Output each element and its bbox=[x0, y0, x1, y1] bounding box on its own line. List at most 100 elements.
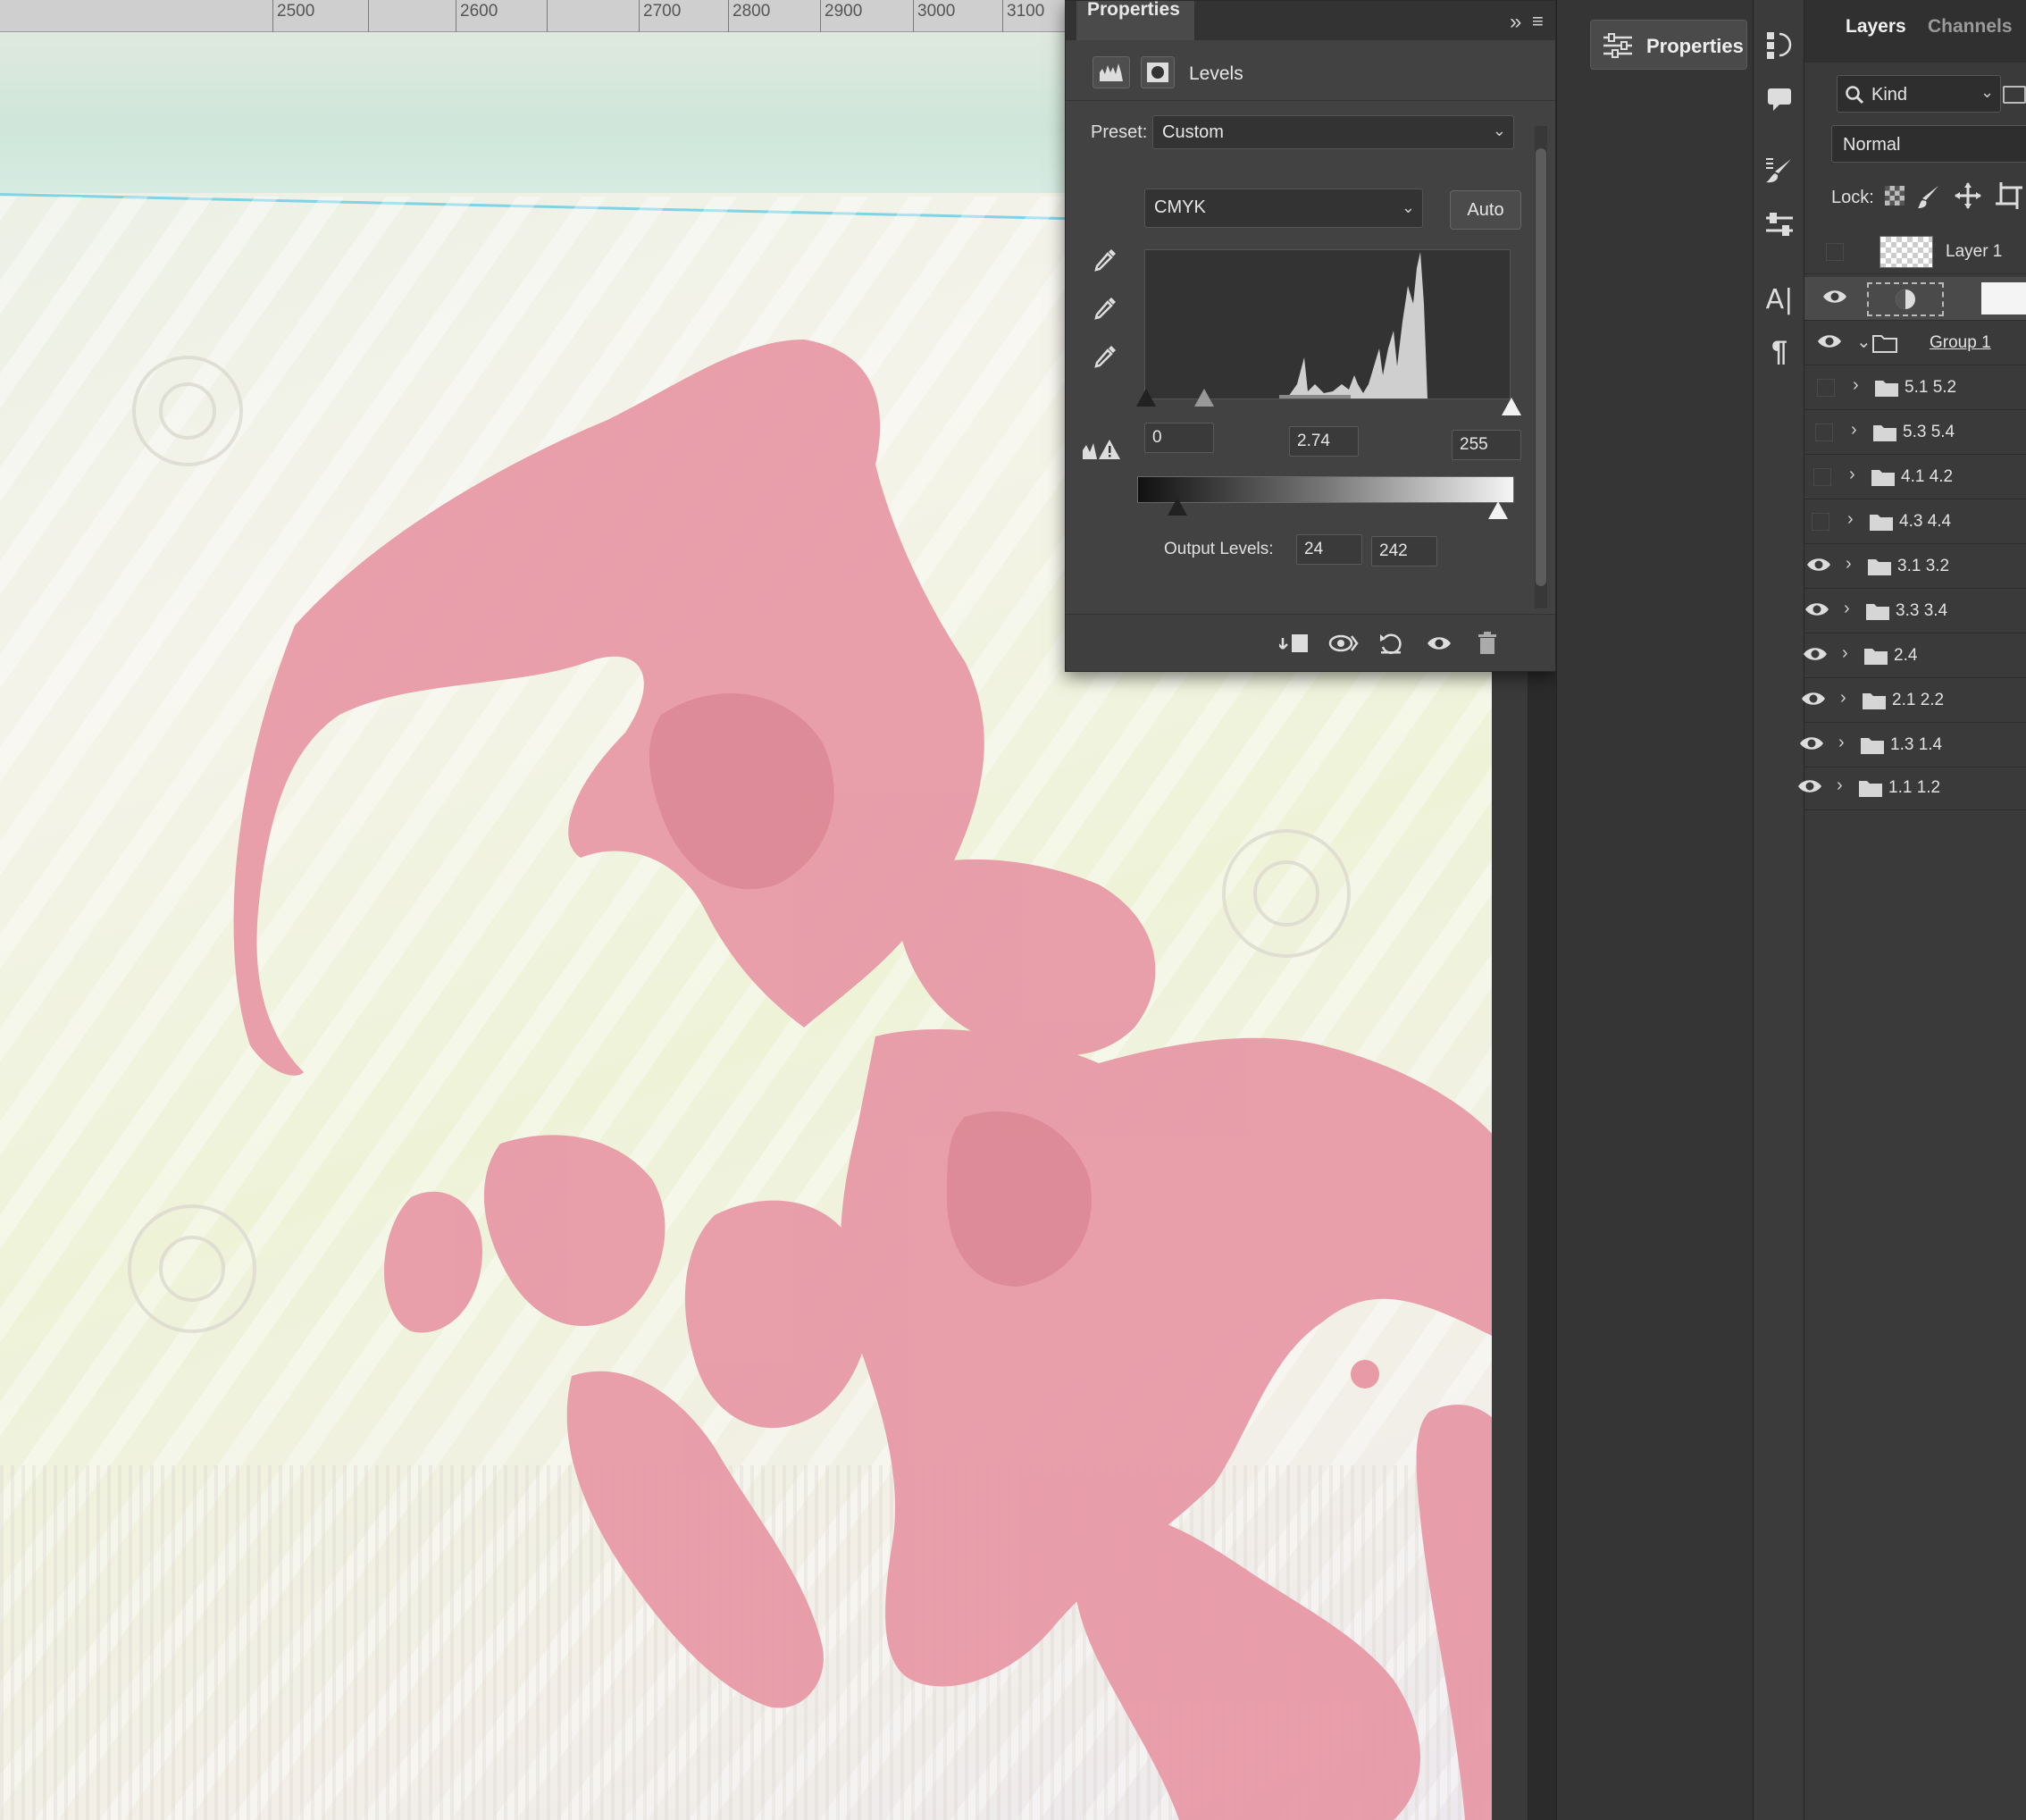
auto-button[interactable]: Auto bbox=[1450, 190, 1521, 230]
tab-properties[interactable]: Properties bbox=[1076, 0, 1194, 40]
brushes-icon[interactable] bbox=[1759, 150, 1800, 191]
chevron-right-icon[interactable]: › bbox=[1846, 554, 1852, 575]
lock-position-icon[interactable] bbox=[1955, 182, 1981, 209]
scrollbar-thumb[interactable] bbox=[1536, 148, 1546, 586]
eye-icon[interactable] bbox=[1799, 734, 1824, 756]
input-white-slider[interactable] bbox=[1502, 398, 1521, 415]
preset-dropdown[interactable]: Custom ⌄ bbox=[1152, 115, 1514, 149]
levels-header: Levels bbox=[1066, 46, 1555, 101]
eye-icon[interactable] bbox=[1817, 332, 1842, 354]
layer-row[interactable]: › 3.3 3.4 bbox=[1804, 590, 2026, 633]
layer-row[interactable]: › 4.3 4.4 bbox=[1804, 500, 2026, 544]
input-black-field[interactable]: 0 bbox=[1144, 423, 1214, 453]
view-previous-state-icon[interactable] bbox=[1325, 627, 1360, 659]
image-filter-icon[interactable] bbox=[2003, 86, 2026, 104]
tab-layers[interactable]: Layers bbox=[1846, 16, 1906, 38]
layer-name: 5.1 5.2 bbox=[1905, 378, 1957, 397]
white-point-eyedropper-icon[interactable] bbox=[1089, 340, 1121, 373]
chevron-right-icon[interactable]: › bbox=[1840, 688, 1846, 709]
layer-row[interactable]: › 4.1 4.2 bbox=[1804, 456, 2026, 499]
input-gamma-slider[interactable] bbox=[1194, 389, 1214, 407]
chevron-right-icon[interactable]: › bbox=[1847, 509, 1854, 530]
clip-to-layer-icon[interactable] bbox=[1277, 627, 1312, 659]
canvas-pasteboard bbox=[1492, 661, 1528, 1820]
layer-row[interactable]: Layer 1 bbox=[1804, 231, 2026, 274]
filter-kind-dropdown[interactable]: Kind ⌄ bbox=[1837, 75, 2001, 113]
character-icon[interactable]: A| bbox=[1759, 279, 1800, 320]
channel-value: CMYK bbox=[1154, 197, 1206, 217]
layer-name: 2.4 bbox=[1894, 646, 1918, 665]
paragraph-glyph: ¶ bbox=[1771, 334, 1787, 367]
panel-icon-strip: A| ¶ bbox=[1753, 0, 1804, 1820]
lock-artboard-icon[interactable] bbox=[1996, 182, 2022, 209]
collapse-icon[interactable]: » bbox=[1510, 10, 1521, 35]
folder-icon bbox=[1872, 423, 1897, 442]
toggle-visibility-icon[interactable] bbox=[1421, 627, 1457, 659]
folder-icon bbox=[1869, 512, 1894, 532]
folder-icon bbox=[1858, 778, 1883, 798]
chevron-right-icon[interactable]: › bbox=[1844, 599, 1850, 619]
layer-row[interactable]: › 1.1 1.2 bbox=[1798, 767, 2026, 810]
chevron-right-icon[interactable]: › bbox=[1842, 643, 1848, 664]
eye-icon[interactable] bbox=[1804, 600, 1829, 622]
levels-histogram-icon[interactable] bbox=[1093, 56, 1130, 88]
folder-icon bbox=[1860, 735, 1885, 755]
chevron-right-icon[interactable]: › bbox=[1837, 776, 1843, 796]
history-icon[interactable] bbox=[1759, 25, 1800, 66]
eye-icon[interactable] bbox=[1803, 645, 1828, 667]
chevron-right-icon[interactable]: › bbox=[1851, 420, 1857, 440]
eye-icon[interactable] bbox=[1797, 777, 1822, 799]
chevron-right-icon[interactable]: › bbox=[1838, 733, 1845, 753]
input-white-field[interactable]: 255 bbox=[1452, 430, 1521, 460]
comments-icon[interactable] bbox=[1759, 79, 1800, 120]
lock-row: Lock: bbox=[1831, 179, 2026, 218]
eye-icon[interactable] bbox=[1806, 556, 1831, 577]
chevron-down-icon[interactable]: ⌄ bbox=[1856, 331, 1871, 353]
chevron-right-icon[interactable]: › bbox=[1849, 465, 1855, 485]
layer-row[interactable]: › 5.3 5.4 bbox=[1804, 411, 2026, 455]
layer-row[interactable]: › 5.1 5.2 bbox=[1804, 366, 2026, 410]
trash-icon[interactable] bbox=[1469, 627, 1505, 659]
gray-point-eyedropper-icon[interactable] bbox=[1089, 292, 1121, 324]
clipping-warning-icon[interactable] bbox=[1080, 433, 1123, 465]
eye-icon[interactable] bbox=[1822, 288, 1847, 309]
layers-panel: Layers Channels Kind ⌄ Normal Lock: Laye… bbox=[1798, 0, 2026, 1820]
layer-row[interactable]: › 1.3 1.4 bbox=[1800, 724, 2026, 767]
preset-value: Custom bbox=[1162, 122, 1224, 142]
visibility-toggle[interactable] bbox=[1817, 379, 1835, 397]
layer-row[interactable]: › 3.1 3.2 bbox=[1804, 545, 2026, 589]
output-white-slider[interactable] bbox=[1488, 501, 1508, 519]
lock-pixels-icon[interactable] bbox=[1917, 184, 1942, 209]
layer-mask-thumbnail[interactable] bbox=[1981, 282, 2026, 315]
visibility-toggle[interactable] bbox=[1826, 243, 1844, 261]
folder-icon bbox=[1872, 333, 1897, 353]
lock-transparency-icon[interactable] bbox=[1885, 186, 1905, 205]
mask-icon[interactable] bbox=[1141, 56, 1175, 88]
layer-row[interactable]: ⌄ Group 1 bbox=[1804, 322, 2026, 365]
adjustment-layer-icon bbox=[1867, 282, 1944, 316]
black-point-eyedropper-icon[interactable] bbox=[1089, 244, 1121, 276]
visibility-toggle[interactable] bbox=[1813, 468, 1831, 486]
layer-row[interactable]: › 2.4 bbox=[1804, 634, 2026, 678]
blend-mode-dropdown[interactable]: Normal bbox=[1831, 125, 2026, 163]
input-black-slider[interactable] bbox=[1136, 389, 1156, 407]
output-levels-label: Output Levels: bbox=[1164, 540, 1274, 558]
paragraph-icon[interactable]: ¶ bbox=[1759, 331, 1800, 372]
tab-channels[interactable]: Channels bbox=[1928, 16, 2013, 38]
layer-row[interactable]: › 2.1 2.2 bbox=[1801, 679, 2026, 723]
eye-icon[interactable] bbox=[1801, 690, 1826, 711]
layer-row[interactable] bbox=[1804, 277, 2026, 321]
layer-name: 4.3 4.4 bbox=[1899, 512, 1952, 531]
output-white-field[interactable]: 242 bbox=[1371, 536, 1437, 566]
input-gamma-field[interactable]: 2.74 bbox=[1289, 426, 1359, 457]
output-black-field[interactable]: 24 bbox=[1296, 534, 1362, 565]
adjustments-icon[interactable] bbox=[1759, 204, 1800, 245]
properties-dock-button[interactable]: Properties bbox=[1590, 20, 1747, 70]
visibility-toggle[interactable] bbox=[1815, 424, 1833, 441]
channel-dropdown[interactable]: CMYK ⌄ bbox=[1144, 189, 1423, 228]
reset-icon[interactable] bbox=[1373, 627, 1409, 659]
chevron-right-icon[interactable]: › bbox=[1853, 375, 1859, 396]
output-black-slider[interactable] bbox=[1168, 498, 1187, 516]
panel-menu-icon[interactable]: ≡ bbox=[1532, 10, 1544, 33]
visibility-toggle[interactable] bbox=[1812, 513, 1829, 531]
